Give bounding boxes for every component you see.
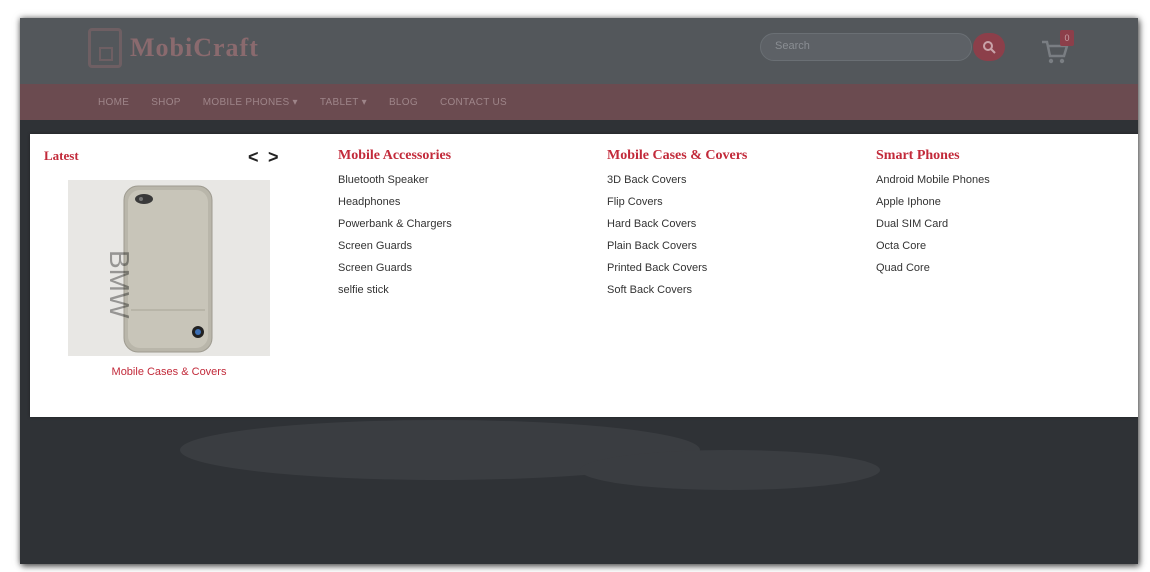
menu-link[interactable]: Bluetooth Speaker: [338, 172, 452, 194]
menu-column-cases-covers: Mobile Cases & Covers 3D Back Covers Fli…: [607, 148, 747, 304]
hero-earphone-shape: [580, 450, 880, 490]
column-title[interactable]: Mobile Cases & Covers: [607, 148, 747, 164]
nav-item-contact-us[interactable]: CONTACT US: [440, 97, 507, 108]
main-nav: HOME SHOP MOBILE PHONES ▾ TABLET ▾ BLOG …: [20, 84, 1138, 120]
site-header: MobiCraft 0: [20, 18, 1138, 84]
menu-link[interactable]: Powerbank & Chargers: [338, 216, 452, 238]
menu-column-accessories: Mobile Accessories Bluetooth Speaker Hea…: [338, 148, 452, 304]
menu-link[interactable]: Hard Back Covers: [607, 216, 747, 238]
brand-logo[interactable]: MobiCraft: [88, 28, 259, 68]
menu-link[interactable]: Octa Core: [876, 238, 990, 260]
menu-link[interactable]: Screen Guards: [338, 260, 452, 282]
browser-frame: MobiCraft 0 HOME SHOP MOBILE PHONES ▾ TA…: [20, 18, 1138, 564]
menu-link[interactable]: 3D Back Covers: [607, 172, 747, 194]
menu-link[interactable]: Headphones: [338, 194, 452, 216]
menu-column-smart-phones: Smart Phones Android Mobile Phones Apple…: [876, 148, 990, 282]
menu-link[interactable]: Plain Back Covers: [607, 238, 747, 260]
nav-item-shop[interactable]: SHOP: [151, 97, 181, 108]
chevron-right-icon[interactable]: >: [268, 148, 279, 166]
search-icon: [983, 41, 996, 54]
brand-name: MobiCraft: [130, 33, 259, 62]
svg-text:BMW: BMW: [104, 250, 135, 319]
column-title[interactable]: Mobile Accessories: [338, 148, 452, 164]
menu-link[interactable]: Quad Core: [876, 260, 990, 282]
nav-item-mobile-phones[interactable]: MOBILE PHONES ▾: [203, 97, 298, 108]
menu-link[interactable]: Printed Back Covers: [607, 260, 747, 282]
phone-case-image: BMW: [104, 185, 213, 353]
column-title[interactable]: Smart Phones: [876, 148, 990, 164]
menu-link[interactable]: Soft Back Covers: [607, 282, 747, 304]
search-input[interactable]: [773, 39, 957, 53]
phone-logo-icon: [88, 28, 122, 68]
menu-link[interactable]: Dual SIM Card: [876, 216, 990, 238]
cart-button[interactable]: 0: [1040, 30, 1084, 66]
nav-item-tablet[interactable]: TABLET ▾: [320, 97, 367, 108]
menu-link[interactable]: Screen Guards: [338, 238, 452, 260]
nav-item-home[interactable]: HOME: [98, 97, 129, 108]
menu-link[interactable]: Android Mobile Phones: [876, 172, 990, 194]
menu-link[interactable]: Flip Covers: [607, 194, 747, 216]
cart-count-badge: 0: [1060, 30, 1074, 46]
mega-menu-dropdown: Latest < > BMW Mobile Cases & Covers Mob…: [30, 134, 1138, 417]
latest-product-caption[interactable]: Mobile Cases & Covers: [68, 366, 270, 378]
menu-link[interactable]: selfie stick: [338, 282, 452, 304]
latest-label: Latest: [44, 148, 79, 163]
chevron-left-icon[interactable]: <: [248, 148, 259, 166]
nav-item-blog[interactable]: BLOG: [389, 97, 418, 108]
search-button[interactable]: [973, 33, 1005, 61]
latest-product-image[interactable]: BMW: [68, 180, 270, 356]
search-box: [760, 33, 972, 61]
menu-link[interactable]: Apple Iphone: [876, 194, 990, 216]
